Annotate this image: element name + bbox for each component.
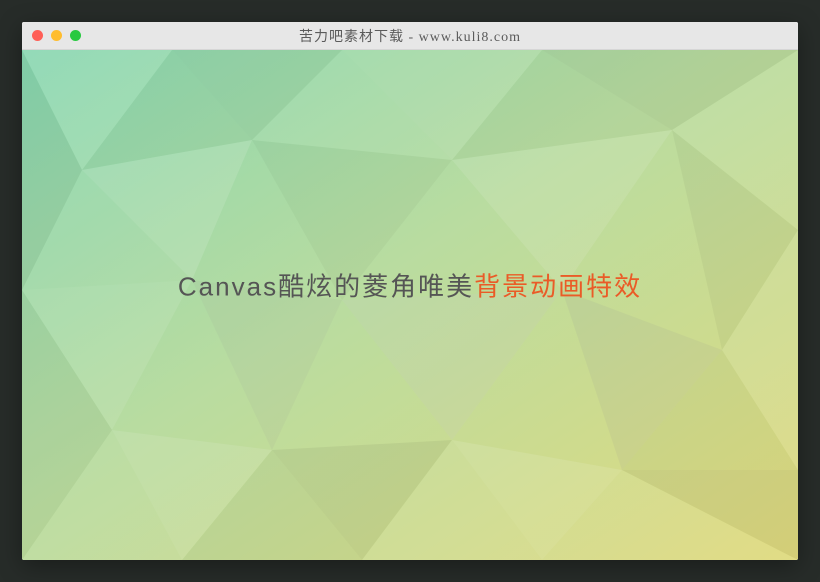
headline: Canvas酷炫的菱角唯美背景动画特效 <box>22 266 798 303</box>
minimize-icon[interactable] <box>51 30 62 41</box>
titlebar: 苦力吧素材下载 - www.kuli8.com <box>22 22 798 50</box>
maximize-icon[interactable] <box>70 30 81 41</box>
close-icon[interactable] <box>32 30 43 41</box>
headline-text: Canvas酷炫的菱角唯美 <box>178 271 474 301</box>
window-controls <box>32 30 81 41</box>
window-title: 苦力吧素材下载 - www.kuli8.com <box>22 26 798 46</box>
browser-window: 苦力吧素材下载 - www.kuli8.com <box>22 22 798 560</box>
headline-accent: 背景动画特效 <box>474 271 642 301</box>
content-area: Canvas酷炫的菱角唯美背景动画特效 <box>22 50 798 560</box>
polygon-background <box>22 50 798 560</box>
